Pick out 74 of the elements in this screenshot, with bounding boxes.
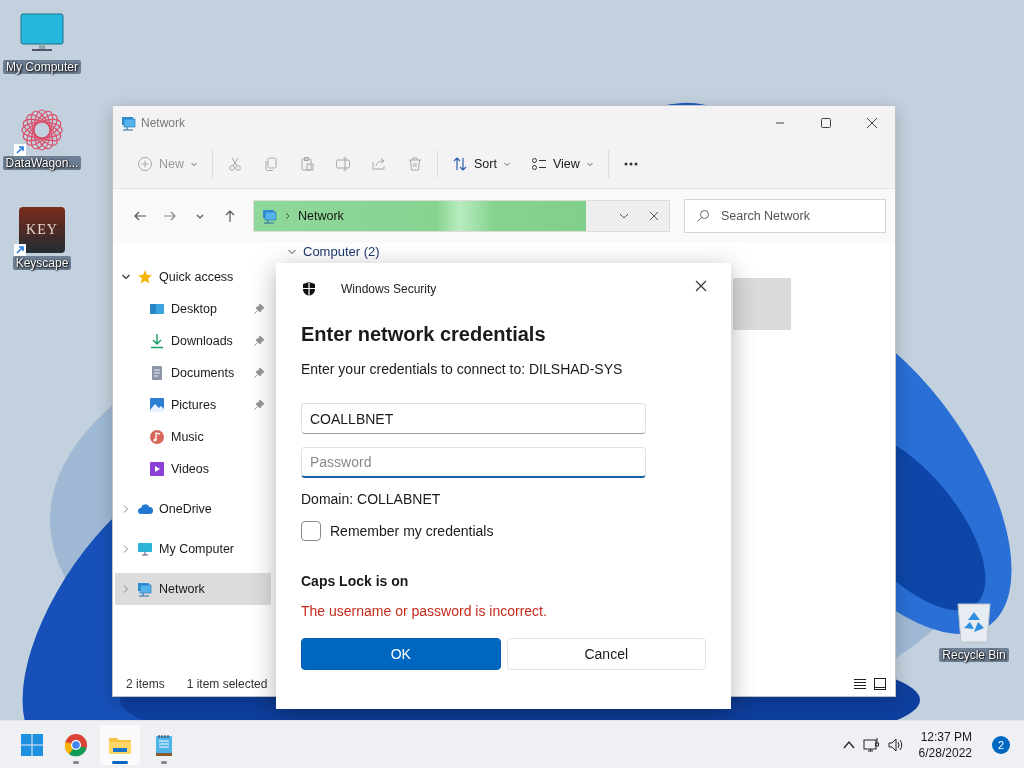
keyscape-logo: KEY [19, 207, 65, 253]
address-text: Network [298, 209, 344, 223]
chevron-down-icon[interactable] [121, 272, 131, 282]
sidebar-item[interactable]: Videos [115, 453, 271, 485]
network-icon [137, 581, 153, 597]
tiles-view-icon[interactable] [873, 677, 887, 691]
caret-icon[interactable] [585, 160, 594, 168]
sidebar-item[interactable]: Documents [115, 357, 271, 389]
checkbox[interactable] [301, 521, 321, 541]
view-button[interactable]: View [520, 147, 604, 181]
search-icon [696, 209, 710, 223]
sidebar-item[interactable]: OneDrive [115, 493, 271, 525]
address-bar[interactable]: Network [253, 200, 670, 232]
desktop-icon-label[interactable]: Keyscape [12, 256, 72, 270]
clock-time: 12:37 PM [920, 728, 972, 745]
star-pattern-icon [18, 106, 66, 154]
sort-button[interactable]: Sort [442, 147, 521, 181]
sidebar-item[interactable]: Downloads [115, 325, 271, 357]
desktop-icon-label[interactable]: Recycle Bin [939, 648, 1009, 662]
selected-item-tile[interactable] [733, 278, 791, 330]
monitor-icon [137, 541, 153, 557]
sidebar-item[interactable]: Music [115, 421, 271, 453]
clock-date: 6/28/2022 [918, 744, 972, 761]
dialog-app-name: Windows Security [341, 282, 437, 296]
item-count: 2 items [126, 677, 165, 691]
close-icon[interactable] [694, 279, 708, 293]
chevron-right-icon [284, 211, 292, 221]
details-view-icon[interactable] [853, 677, 867, 691]
chevron-right-icon[interactable] [121, 544, 131, 554]
error-message: The username or password is incorrect. [301, 603, 548, 619]
dialog-message: Enter your credentials to connect to: DILSHAD-SYS [301, 361, 624, 377]
network-icon [262, 208, 278, 224]
download-icon [149, 333, 165, 349]
sidebar-item[interactable]: Desktop [115, 293, 271, 325]
chevron-right-icon[interactable] [121, 584, 131, 594]
chevron-right-icon[interactable] [121, 504, 131, 514]
clear-icon[interactable] [647, 209, 661, 223]
domain-text: Domain: COLLABNET [301, 491, 442, 507]
sidebar-item[interactable]: My Computer [115, 533, 271, 565]
notification-badge[interactable]: 2 [992, 735, 1010, 754]
selection-count: 1 item selected [186, 677, 268, 691]
music-icon [149, 429, 165, 445]
dialog-title: Enter network credentials [301, 323, 547, 346]
username-field[interactable]: COALLBNET [301, 403, 646, 434]
start-icon [20, 732, 44, 757]
group-header[interactable]: Computer (2) [277, 243, 380, 259]
password-field[interactable]: Password [301, 447, 646, 478]
desktop-icon-label[interactable]: My Computer [3, 60, 81, 74]
sidebar-item[interactable]: Quick access [115, 261, 271, 293]
sort-icon[interactable] [452, 156, 468, 172]
volume-icon[interactable] [886, 736, 905, 753]
network-icon [121, 115, 137, 131]
star-icon [137, 269, 153, 285]
document-icon [149, 365, 165, 381]
caret-icon[interactable] [502, 160, 511, 168]
desktop-icon [149, 301, 165, 317]
search-field[interactable]: Search Network [684, 199, 886, 233]
caps-lock-notice: Caps Lock is on [301, 573, 410, 589]
checkbox-label[interactable]: Remember my credentials [330, 523, 494, 539]
sidebar-item[interactable]: Network [115, 573, 271, 605]
browser-icon [64, 732, 88, 757]
window-title: Network [141, 116, 186, 130]
sidebar-item[interactable]: Pictures [115, 389, 271, 421]
desktop-icon-label[interactable]: DataWagon... [2, 156, 82, 170]
video-icon [149, 461, 165, 477]
shield-icon [301, 281, 317, 297]
network-icon[interactable] [862, 736, 881, 753]
picture-icon [149, 397, 165, 413]
taskbar-app[interactable] [100, 724, 140, 765]
cancel-button[interactable]: Cancel [506, 638, 706, 670]
view-icon[interactable] [530, 156, 547, 172]
ok-button[interactable]: OK [301, 638, 501, 670]
caret-icon[interactable] [190, 160, 198, 168]
cloud-icon [137, 501, 153, 517]
